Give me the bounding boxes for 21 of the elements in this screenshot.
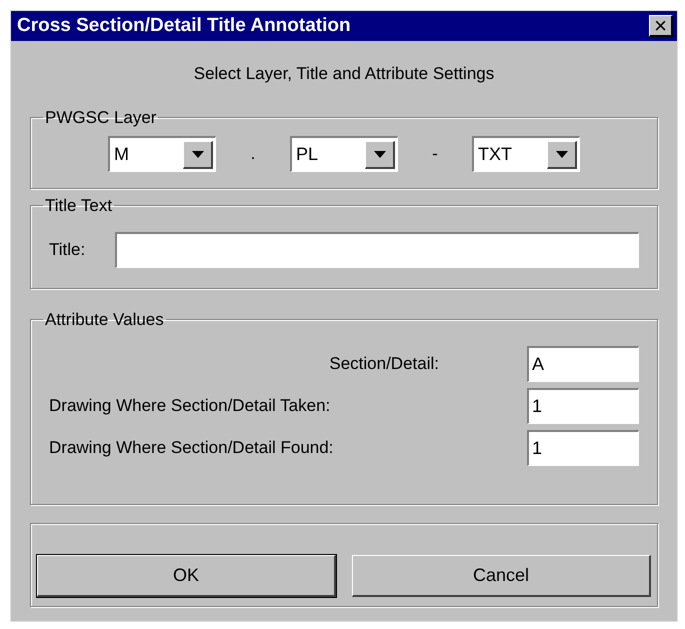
layer-dropdown[interactable]: M xyxy=(108,136,216,172)
layer-dropdown[interactable]: PL xyxy=(290,136,398,172)
title-label: Title: xyxy=(49,239,86,262)
group-label: Title Text xyxy=(44,194,114,216)
group-label: Attribute Values xyxy=(44,308,165,330)
dialog-button[interactable]: OK xyxy=(37,554,336,596)
attribute-input[interactable]: A xyxy=(527,346,639,382)
window-title: Cross Section/Detail Title Annotation xyxy=(17,14,351,38)
layer-dropdown[interactable]: TXT xyxy=(472,136,580,172)
dialog-button[interactable]: Cancel xyxy=(352,554,651,596)
attribute-label: Drawing Where Section/Detail Taken: xyxy=(49,395,332,418)
separator-text: - xyxy=(431,143,439,166)
instruction-text: Select Layer, Title and Attribute Settings xyxy=(192,63,496,85)
attribute-label: Section/Detail: xyxy=(328,353,439,376)
close-button[interactable]: × xyxy=(649,15,673,37)
attribute-input[interactable]: 1 xyxy=(527,388,639,424)
separator-text: . xyxy=(250,143,256,166)
title-input[interactable] xyxy=(115,232,639,268)
attribute-label: Drawing Where Section/Detail Found: xyxy=(49,437,334,460)
attribute-input[interactable]: 1 xyxy=(527,430,639,466)
group-label: PWGSC Layer xyxy=(44,106,158,128)
